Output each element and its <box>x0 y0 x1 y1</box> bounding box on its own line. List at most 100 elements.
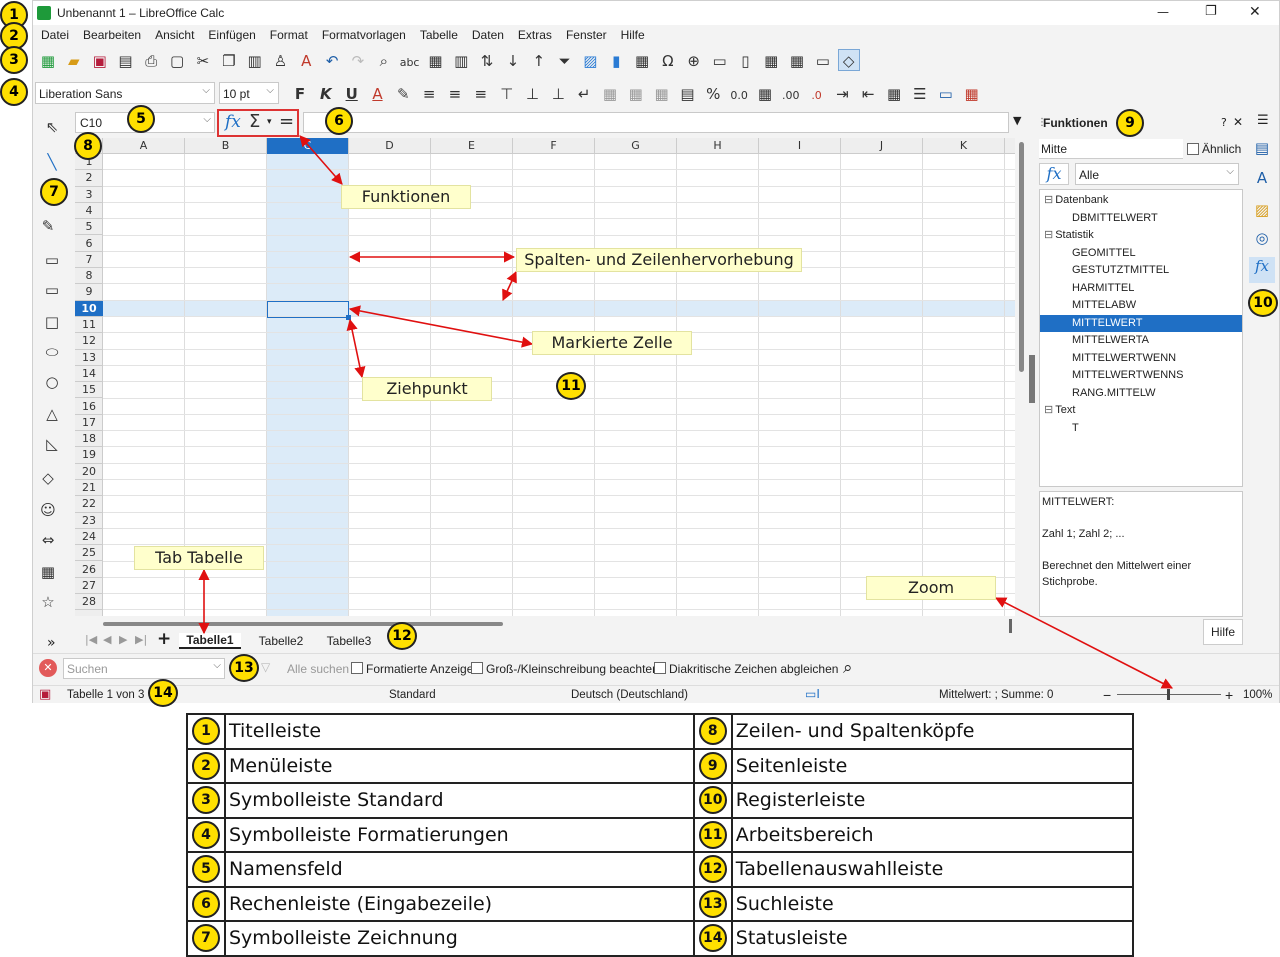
category-select[interactable]: Alle ⌵ <box>1075 163 1239 185</box>
row-header-28[interactable]: 28 <box>75 594 103 611</box>
selection-mode-icon[interactable]: ▭I <box>805 687 820 701</box>
font-color-icon[interactable]: A <box>366 83 388 105</box>
stars-icon[interactable]: ☆ <box>37 591 59 613</box>
special-char-icon[interactable]: Ω <box>657 50 679 72</box>
underline-icon[interactable]: U <box>341 83 363 105</box>
delete-decimal-icon[interactable]: .0 <box>806 85 828 107</box>
define-print-area-icon[interactable]: ▦ <box>760 50 782 72</box>
sort-asc-icon[interactable]: ↓ <box>502 50 524 72</box>
menu-item-hilfe[interactable]: Hilfe <box>621 28 645 42</box>
line-icon[interactable]: ╲ <box>41 151 63 173</box>
styles-icon[interactable]: A <box>1251 167 1273 189</box>
navigator-icon[interactable]: ◎ <box>1251 227 1273 249</box>
functions-icon[interactable]: fx <box>1249 257 1275 283</box>
redo-icon[interactable]: ↷ <box>347 50 369 72</box>
find-all-button[interactable]: Alle suchen <box>287 662 349 676</box>
tree-function-item[interactable]: MITTELWERT <box>1040 314 1242 332</box>
percent-format-icon[interactable]: % <box>702 83 724 105</box>
unmerge-icon[interactable]: ▦ <box>651 83 673 105</box>
insert-chart-icon[interactable]: ▮ <box>605 50 627 72</box>
row-header-3[interactable]: 3 <box>75 187 103 203</box>
rectangle-icon[interactable]: ▭ <box>41 249 63 271</box>
circle-icon[interactable]: ○ <box>41 371 63 393</box>
align-bottom-icon[interactable]: ⊥ <box>547 83 569 105</box>
row-header-21[interactable]: 21 <box>75 480 103 497</box>
split-window-icon[interactable]: ▭ <box>812 50 834 72</box>
menu-item-einfügen[interactable]: Einfügen <box>208 28 255 42</box>
tree-function-item[interactable]: GESTUTZTMITTEL <box>1040 262 1242 279</box>
horizontal-scrollbar-end[interactable] <box>1009 619 1012 633</box>
indent-decrease-icon[interactable]: ⇤ <box>857 83 879 105</box>
copy-icon[interactable]: ❐ <box>218 50 240 72</box>
next-sheet-icon[interactable]: ▶ <box>119 633 127 646</box>
conditional-format-icon[interactable]: ▦ <box>961 83 983 105</box>
square-icon[interactable]: □ <box>41 311 63 333</box>
sheet-tab-active[interactable]: Tabelle1 <box>179 633 241 649</box>
fill-handle[interactable] <box>346 315 351 320</box>
tree-group[interactable]: ⊟ Statistik <box>1040 227 1242 244</box>
collapse-icon[interactable]: ⊟ <box>1044 229 1053 241</box>
wrap-text-icon[interactable]: ↵ <box>573 83 595 105</box>
selected-cell[interactable] <box>267 301 349 318</box>
basic-shapes-icon[interactable]: ◇ <box>37 467 59 489</box>
find-replace-icon[interactable]: ⌕ <box>843 658 853 678</box>
undo-icon[interactable]: ↶ <box>321 50 343 72</box>
insert-function-icon[interactable]: fx <box>1039 163 1069 185</box>
new-icon[interactable]: ▦ <box>37 50 59 72</box>
merge-center-icon[interactable]: ▦ <box>625 83 647 105</box>
column-header-h[interactable]: H <box>677 138 759 154</box>
function-tree[interactable]: ⊟ Datenbank DBMITTELWERT ⊟ Statistik GEOMITTE… <box>1039 189 1243 487</box>
autofilter-icon[interactable]: ⏷ <box>554 50 576 72</box>
find-replace-icon[interactable]: ⌕ <box>373 50 395 72</box>
tree-group[interactable]: ⊟ Text <box>1040 402 1242 419</box>
spellcheck-icon[interactable]: abc <box>399 52 421 74</box>
column-header-b[interactable]: B <box>185 138 267 154</box>
column-header-i[interactable]: I <box>759 138 841 154</box>
last-sheet-icon[interactable]: ▶| <box>135 633 147 646</box>
row-header-22[interactable]: 22 <box>75 496 103 513</box>
menu-item-fenster[interactable]: Fenster <box>566 28 607 42</box>
currency-format-icon[interactable]: ▤ <box>676 83 698 105</box>
menu-item-bearbeiten[interactable]: Bearbeiten <box>83 28 141 42</box>
row-header-2[interactable]: 2 <box>75 170 103 187</box>
add-sheet-button[interactable]: + <box>157 629 171 649</box>
restore-button[interactable]: ❐ <box>1205 4 1217 19</box>
find-next-icon[interactable]: ▽ <box>261 660 270 674</box>
sum-icon[interactable]: Σ <box>249 111 260 132</box>
freeform-icon[interactable]: ✎ <box>37 215 59 237</box>
comment-icon[interactable]: ▭ <box>709 50 731 72</box>
number-format-icon[interactable]: 0.0 <box>728 85 750 107</box>
collapse-icon[interactable]: ⊟ <box>1044 404 1053 416</box>
first-sheet-icon[interactable]: |◀ <box>85 633 97 646</box>
insert-image-icon[interactable]: ▨ <box>579 50 601 72</box>
merge-cells-icon[interactable]: ▦ <box>599 83 621 105</box>
column-header-k[interactable]: K <box>923 138 1005 154</box>
collapse-icon[interactable]: ⊟ <box>1044 194 1053 206</box>
align-middle-icon[interactable]: ⊥ <box>521 83 543 105</box>
prev-sheet-icon[interactable]: ◀ <box>103 633 111 646</box>
tree-function-item[interactable]: MITTELABW <box>1040 297 1242 314</box>
open-icon[interactable]: ▰ <box>63 50 85 72</box>
row-header-23[interactable]: 23 <box>75 513 103 529</box>
sheet-tab[interactable]: Tabelle2 <box>251 634 311 648</box>
row-header-10[interactable]: 10 <box>75 300 103 317</box>
zoom-out-button[interactable]: − <box>1103 686 1111 704</box>
horizontal-scrollbar[interactable] <box>103 622 503 626</box>
freeze-rows-icon[interactable]: ▦ <box>786 50 808 72</box>
italic-icon[interactable]: K <box>315 83 337 105</box>
row-header-16[interactable]: 16 <box>75 399 103 415</box>
menu-item-extras[interactable]: Extras <box>518 28 552 42</box>
cut-icon[interactable]: ✂ <box>192 50 214 72</box>
bold-icon[interactable]: F <box>289 83 311 105</box>
row-header-20[interactable]: 20 <box>75 464 103 480</box>
indent-increase-icon[interactable]: ⇥ <box>831 83 853 105</box>
row-header-5[interactable]: 5 <box>75 219 103 236</box>
formatted-checkbox[interactable] <box>351 662 363 674</box>
sidebar-close-icon[interactable]: ✕ <box>1233 115 1243 129</box>
row-header-17[interactable]: 17 <box>75 415 103 432</box>
row-header-27[interactable]: 27 <box>75 578 103 595</box>
tree-function-item[interactable]: HARMITTEL <box>1040 280 1242 297</box>
expand-formula-icon[interactable]: ▼ <box>1013 114 1021 127</box>
smiley-icon[interactable]: ☺ <box>37 499 59 521</box>
tree-function-item[interactable]: MITTELWERTWENNS <box>1040 367 1242 384</box>
